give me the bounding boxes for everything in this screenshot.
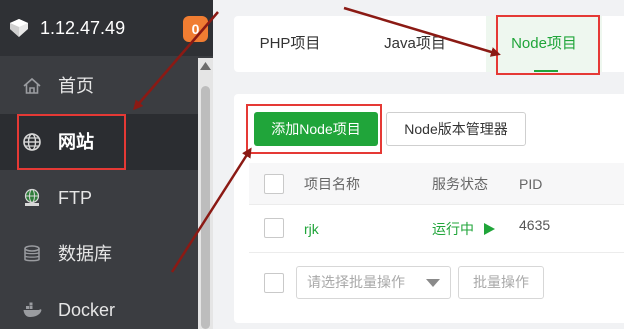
row-checkbox[interactable] bbox=[264, 218, 284, 238]
sidebar-item-docker[interactable]: Docker bbox=[0, 282, 198, 329]
docker-icon bbox=[23, 302, 42, 317]
server-ip: 1.12.47.49 bbox=[40, 18, 126, 38]
sidebar-header: 1.12.47.49 0 bbox=[0, 0, 213, 56]
sidebar-item-home[interactable]: 首页 bbox=[0, 58, 198, 114]
chevron-down-icon bbox=[426, 279, 440, 287]
project-name-link[interactable]: rjk bbox=[304, 205, 319, 253]
highlight-box-add-node bbox=[246, 104, 382, 154]
highlight-box-node-tab bbox=[496, 15, 600, 75]
play-icon bbox=[483, 223, 495, 235]
scroll-up-arrow-icon[interactable] bbox=[200, 62, 211, 70]
sidebar-scrollbar[interactable] bbox=[198, 58, 213, 329]
status-text: 运行中 bbox=[432, 221, 474, 237]
highlight-box-website bbox=[17, 114, 126, 170]
home-icon bbox=[23, 77, 41, 94]
sidebar-item-label: 首页 bbox=[58, 76, 94, 96]
tab-php-project[interactable]: PHP项目 bbox=[252, 16, 328, 72]
notification-badge[interactable]: 0 bbox=[183, 16, 208, 42]
pid-value: 4635 bbox=[519, 217, 551, 233]
sidebar-item-database[interactable]: 数据库 bbox=[0, 226, 198, 282]
node-version-manager-button[interactable]: Node版本管理器 bbox=[386, 112, 526, 146]
ftp-icon bbox=[24, 188, 40, 206]
column-header-service-status[interactable]: 服务状态 bbox=[432, 163, 488, 205]
sidebar-item-label: 数据库 bbox=[58, 244, 112, 264]
column-header-project-name[interactable]: 项目名称 bbox=[304, 163, 360, 205]
batch-operation-select[interactable]: 请选择批量操作 bbox=[296, 266, 451, 299]
batch-select-placeholder: 请选择批量操作 bbox=[307, 274, 405, 290]
server-logo-icon bbox=[10, 19, 28, 37]
sidebar-item-ftp[interactable]: FTP bbox=[0, 170, 198, 226]
sidebar-scrollbar-thumb[interactable] bbox=[201, 86, 210, 329]
sidebar-item-label: Docker bbox=[58, 300, 116, 320]
database-icon bbox=[24, 245, 40, 262]
table-row: rjk 运行中 4635 bbox=[249, 205, 624, 253]
table-header: 项目名称 服务状态 PID bbox=[249, 163, 624, 205]
batch-operation-button[interactable]: 批量操作 bbox=[458, 266, 544, 299]
column-header-pid[interactable]: PID bbox=[519, 163, 542, 205]
select-all-checkbox[interactable] bbox=[264, 174, 284, 194]
tab-java-project[interactable]: Java项目 bbox=[376, 16, 454, 72]
service-status-running[interactable]: 运行中 bbox=[432, 205, 495, 253]
sidebar-item-label: FTP bbox=[58, 188, 92, 208]
batch-select-checkbox[interactable] bbox=[264, 273, 284, 293]
